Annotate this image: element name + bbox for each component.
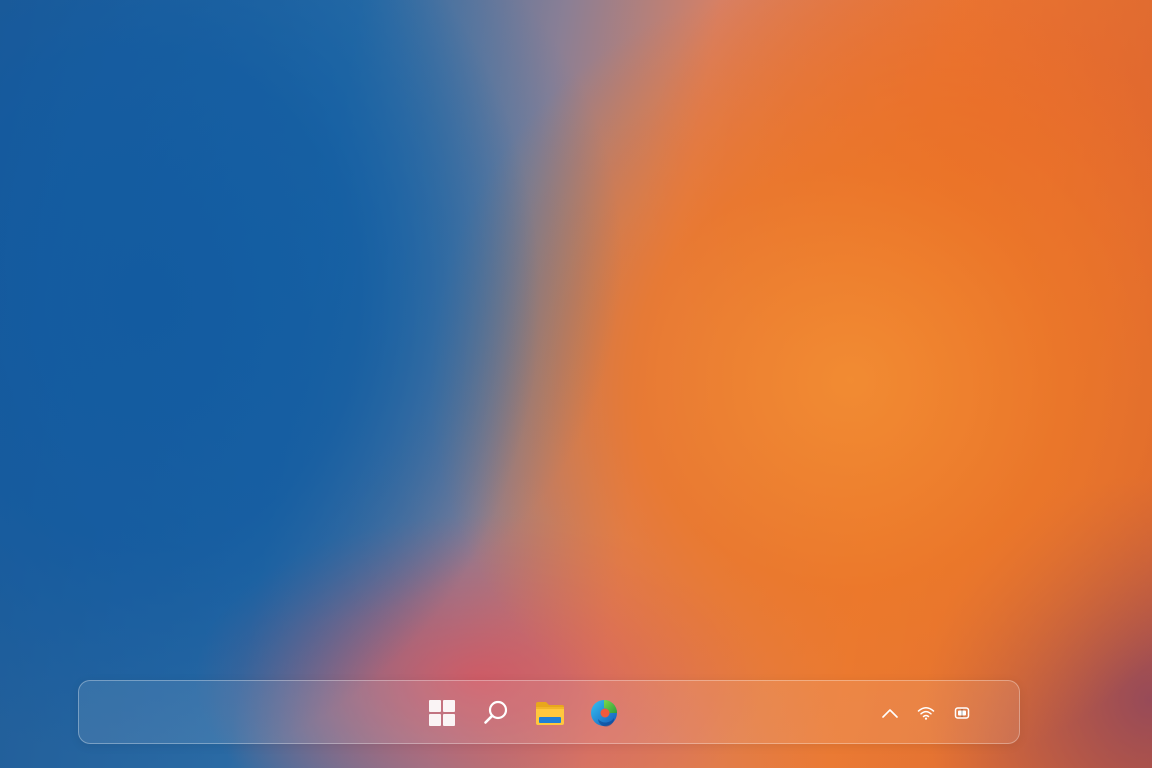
edge-icon xyxy=(591,700,617,727)
network-button[interactable] xyxy=(913,699,939,727)
start-button[interactable] xyxy=(423,694,461,732)
show-hidden-icons-button[interactable] xyxy=(877,699,903,727)
taskbar-pinned-apps xyxy=(423,694,623,732)
battery-icon xyxy=(954,707,970,719)
file-explorer-button[interactable] xyxy=(531,694,569,732)
folder-icon xyxy=(536,702,564,725)
wifi-icon xyxy=(917,707,935,720)
edge-button[interactable] xyxy=(585,694,623,732)
taskbar xyxy=(78,680,1020,744)
windows-logo-icon xyxy=(429,700,455,726)
chevron-up-icon xyxy=(882,709,898,718)
desktop xyxy=(0,0,1152,768)
battery-button[interactable] xyxy=(949,699,975,727)
system-tray xyxy=(877,699,975,727)
search-icon xyxy=(484,700,508,724)
search-button[interactable] xyxy=(477,694,515,732)
